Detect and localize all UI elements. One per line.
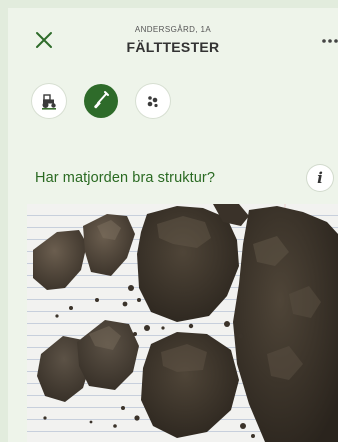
tool-button-spade[interactable] (84, 84, 118, 118)
spade-icon (94, 91, 109, 109)
tool-button-soil[interactable] (136, 84, 170, 118)
soil-particles-icon (147, 96, 158, 108)
tractor-icon (42, 94, 56, 110)
soil-structure-photo[interactable] (27, 204, 338, 442)
page-title: FÄLTTESTER (126, 39, 220, 55)
farm-name: ANDERSGÅRD, 1A (134, 25, 212, 34)
tool-button-tractor[interactable] (32, 84, 66, 118)
info-button[interactable]: i (307, 165, 333, 191)
app-screen: ANDERSGÅRD, 1A FÄLTTESTER Har matjorden … (8, 8, 338, 442)
more-horizontal-icon (322, 39, 338, 43)
more-options-button[interactable] (320, 34, 338, 48)
question-text: Har matjorden bra struktur? (35, 170, 215, 186)
soil-image (27, 204, 338, 442)
header: ANDERSGÅRD, 1A FÄLTTESTER (8, 8, 338, 72)
